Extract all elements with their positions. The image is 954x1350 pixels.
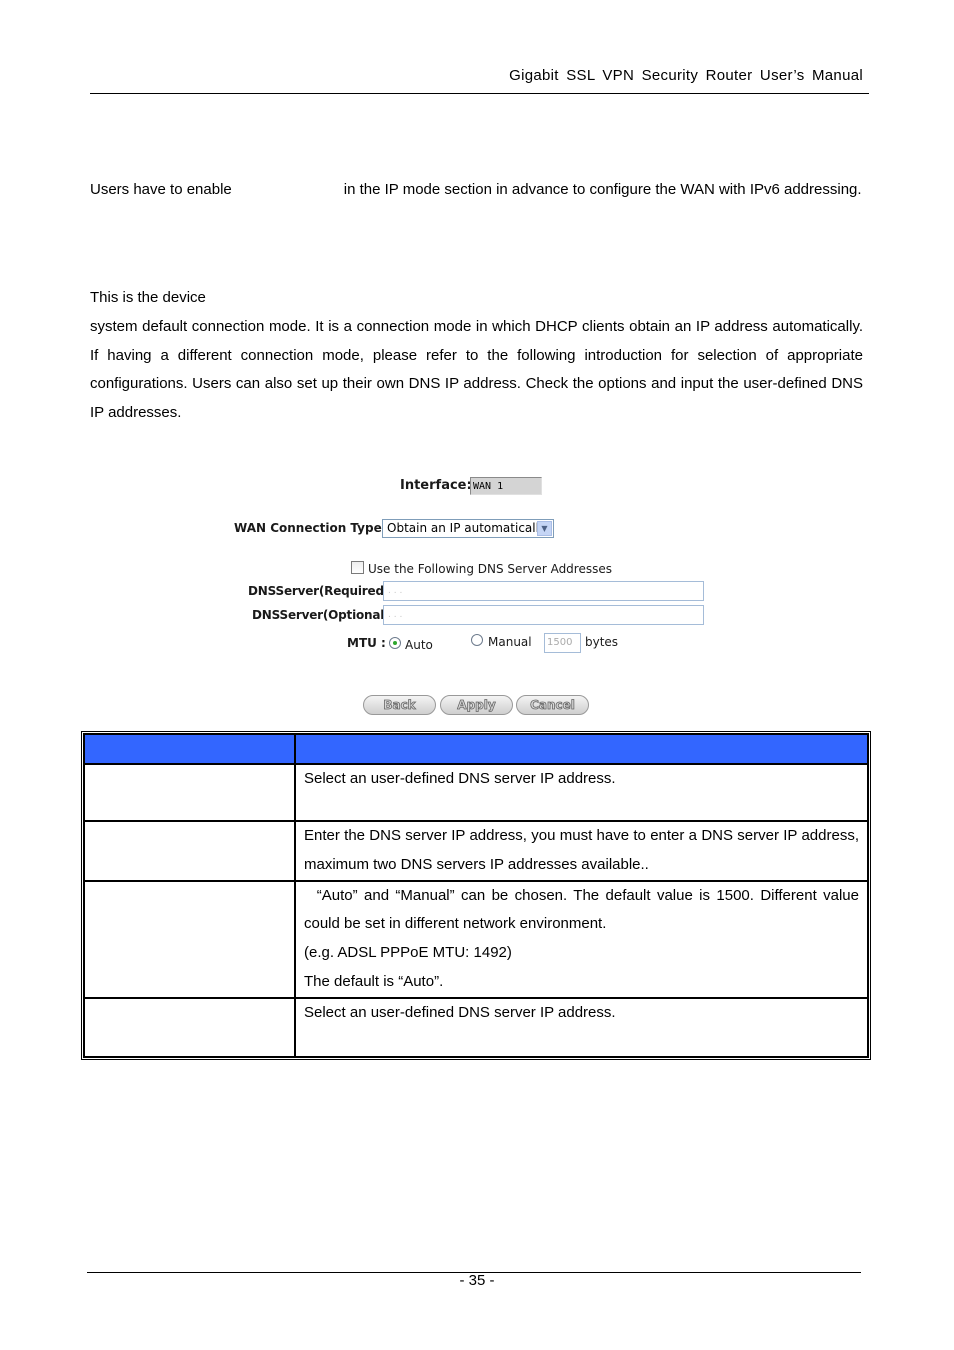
mtu-value-input[interactable]: 1500 [544,633,581,653]
mtu-manual-radio[interactable] [471,634,483,646]
mtu-auto-label[interactable]: Auto [405,638,433,652]
table-cell-name [83,820,296,882]
connection-mode-paragraph: This is the device system default connec… [90,284,863,428]
description-line: (e.g. ADSL PPPoE MTU: 1492) [304,944,512,962]
ipv6-note-start: Users have to enable [90,181,232,198]
table-cell-description: Select an user-defined DNS server IP add… [294,996,869,1058]
interface-field: WAN 1 [470,477,542,495]
table-header-description [294,733,869,765]
dns-optional-label: DNSServer(Optional) : [252,608,399,622]
mtu-label: MTU : [347,636,386,650]
table-header-row [83,733,869,765]
table-cell-name [83,763,296,822]
table-row: “Auto” and “Manual” can be chosen. The d… [83,879,869,999]
table-cell-description: Enter the DNS server IP address, you mus… [294,820,869,882]
mtu-unit-label: bytes [585,635,619,649]
page-number: - 35 - [459,1272,495,1289]
parameter-description-table: Select an user-defined DNS server IP add… [81,731,871,1060]
use-dns-checkbox[interactable] [351,561,364,574]
mtu-manual-label[interactable]: Manual [488,635,532,649]
table-header-object [83,733,296,765]
table-cell-description: “Auto” and “Manual” can be chosen. The d… [294,879,869,999]
wan-connection-type-select[interactable]: Obtain an IP automatically ▼ [382,519,554,538]
use-dns-checkbox-label[interactable]: Use the Following DNS Server Addresses [368,562,612,576]
table-row: Enter the DNS server IP address, you mus… [83,820,869,882]
dns-required-label: DNSServer(Required) : [248,584,398,598]
chevron-down-icon[interactable]: ▼ [537,521,552,536]
intro-first-line: This is the device [90,289,206,306]
dns-optional-input[interactable]: . . . [383,605,704,625]
table-row: Select an user-defined DNS server IP add… [83,996,869,1058]
header-divider [90,93,869,94]
cancel-button[interactable]: Cancel [516,695,589,715]
description-line: “Auto” and “Manual” can be chosen. The d… [304,886,864,933]
apply-button[interactable]: Apply [440,695,513,715]
table-cell-name [83,879,296,999]
table-row: Select an user-defined DNS server IP add… [83,763,869,822]
description-line: Select an user-defined DNS server IP add… [304,1003,616,1021]
ipv6-note-paragraph: Users have to enable in the IP mode secti… [90,176,863,205]
interface-label: Interface: [400,478,472,493]
wan-connection-type-value: Obtain an IP automatically [387,521,547,535]
wan-connection-type-label: WAN Connection Type : [234,521,391,535]
description-line: Enter the DNS server IP address, you mus… [304,827,859,873]
dns-required-input[interactable]: . . . [383,581,704,601]
description-line: Select an user-defined DNS server IP add… [304,770,616,787]
ipv6-note-end: in the IP mode section in advance to con… [343,181,862,198]
manual-header-title: Gigabit SSL VPN Security Router User’s M… [509,67,863,84]
back-button[interactable]: Back [363,695,436,715]
intro-rest: system default connection mode. It is a … [90,317,863,422]
table-cell-description: Select an user-defined DNS server IP add… [294,763,869,822]
description-line: The default is “Auto”. [304,972,444,990]
table-cell-name [83,996,296,1058]
mtu-auto-radio[interactable] [389,637,401,649]
